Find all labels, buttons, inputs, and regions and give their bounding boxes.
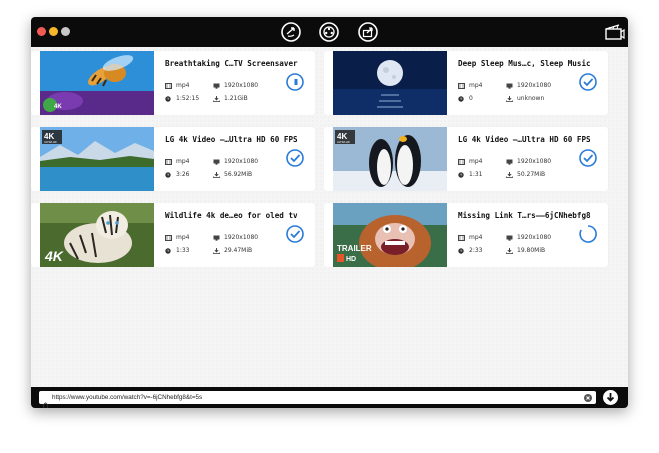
video-card[interactable]: 4K ULTRA HD LG 4k Video –…Ultra HD 60 FP… xyxy=(31,127,315,191)
video-thumbnail-tiger: 4K xyxy=(40,203,154,267)
video-format: mp4 xyxy=(458,82,482,89)
download-icon xyxy=(506,171,513,178)
loading-spinner-icon[interactable] xyxy=(578,224,598,244)
video-format: mp4 xyxy=(165,82,189,89)
video-duration: 0 xyxy=(458,95,473,102)
home-icon xyxy=(42,394,49,408)
video-duration: 3:26 xyxy=(165,171,189,178)
video-title: LG 4k Video –…Ultra HD 60 FPS xyxy=(165,135,298,144)
share-icon[interactable] xyxy=(357,21,379,43)
minimize-window-button[interactable] xyxy=(49,27,58,36)
film-icon xyxy=(165,82,172,89)
video-format: mp4 xyxy=(165,158,189,165)
video-resolution: 1920x1080 xyxy=(213,82,258,89)
clock-icon xyxy=(458,247,465,254)
checkmark-icon[interactable] xyxy=(578,148,598,168)
film-icon xyxy=(458,158,465,165)
video-resolution: 1920x1080 xyxy=(213,234,258,241)
video-duration: 1:52:15 xyxy=(165,95,199,102)
video-duration: 2:33 xyxy=(458,247,482,254)
film-icon xyxy=(458,234,465,241)
film-icon xyxy=(165,158,172,165)
url-input[interactable] xyxy=(52,391,582,404)
pending-status-icon[interactable] xyxy=(285,72,305,92)
checkmark-icon[interactable] xyxy=(578,72,598,92)
video-title: Deep Sleep Mus…c, Sleep Music xyxy=(458,59,591,68)
video-format: mp4 xyxy=(458,234,482,241)
monitor-icon xyxy=(213,235,220,241)
video-duration: 1:33 xyxy=(165,247,189,254)
thumb-hd-label: HD xyxy=(346,256,356,263)
video-resolution: 1920x1080 xyxy=(506,158,551,165)
video-size: 19.80MiB xyxy=(506,247,545,254)
thumb-4k-badge: 4K xyxy=(337,132,347,141)
clock-icon xyxy=(165,95,172,102)
video-thumbnail-moon xyxy=(333,51,447,115)
checkmark-icon[interactable] xyxy=(285,148,305,168)
download-icon xyxy=(506,247,513,254)
film-icon xyxy=(458,82,465,89)
film-icon xyxy=(165,234,172,241)
clock-icon xyxy=(165,247,172,254)
video-thumbnail-bee: 4K xyxy=(40,51,154,115)
video-card[interactable]: Deep Sleep Mus…c, Sleep Music mp4 1920x1… xyxy=(324,51,608,115)
video-card[interactable]: 4K Wildlife 4k de…eo for oled tv mp4 192… xyxy=(31,203,315,267)
thumb-4k-badge: 4K xyxy=(44,132,54,141)
film-clapper-icon[interactable] xyxy=(603,21,625,43)
film-reel-icon[interactable] xyxy=(318,21,340,43)
thumb-trailer-label: TRAILER xyxy=(337,244,372,253)
clock-icon xyxy=(165,171,172,178)
video-thumbnail-lake: 4K ULTRA HD xyxy=(40,127,154,191)
thumb-4k-badge: 4K xyxy=(54,104,62,110)
monitor-icon xyxy=(213,159,220,165)
video-duration: 1:31 xyxy=(458,171,482,178)
video-size: unknown xyxy=(506,95,544,102)
checkmark-icon[interactable] xyxy=(285,224,305,244)
thumb-ultra-hd-label: ULTRA HD xyxy=(337,140,350,144)
download-button[interactable] xyxy=(603,390,618,405)
video-size: 29.47MiB xyxy=(213,247,252,254)
url-field-container[interactable] xyxy=(39,391,596,408)
video-resolution: 1920x1080 xyxy=(213,158,258,165)
app-window: 4K Breathtaking C…TV Screensaver mp4 192… xyxy=(31,17,628,408)
video-thumbnail-monster: TRAILER HD xyxy=(333,203,447,267)
video-list: 4K Breathtaking C…TV Screensaver mp4 192… xyxy=(31,47,628,387)
clear-url-icon[interactable] xyxy=(584,393,592,402)
video-format: mp4 xyxy=(165,234,189,241)
video-format: mp4 xyxy=(458,158,482,165)
video-resolution: 1920x1080 xyxy=(506,82,551,89)
video-card[interactable]: 4K ULTRA HD LG 4k Video –…Ultra HD 60 FP… xyxy=(324,127,608,191)
monitor-icon xyxy=(213,83,220,89)
video-card[interactable]: 4K Breathtaking C…TV Screensaver mp4 192… xyxy=(31,51,315,115)
download-icon xyxy=(213,95,220,102)
download-icon xyxy=(506,95,513,102)
clock-icon xyxy=(458,171,465,178)
thumb-ultra-hd-label: ULTRA HD xyxy=(44,140,57,144)
close-window-button[interactable] xyxy=(37,27,46,36)
video-thumbnail-penguins: 4K ULTRA HD xyxy=(333,127,447,191)
video-title: LG 4k Video –…Ultra HD 60 FPS xyxy=(458,135,591,144)
title-bar xyxy=(31,17,628,47)
video-title: Breathtaking C…TV Screensaver xyxy=(165,59,298,68)
video-size: 1.21GiB xyxy=(213,95,248,102)
monitor-icon xyxy=(506,159,513,165)
download-icon xyxy=(213,247,220,254)
download-icon xyxy=(213,171,220,178)
monitor-icon xyxy=(506,235,513,241)
video-card[interactable]: TRAILER HD Missing Link T…rs––6jCNhebfg8… xyxy=(324,203,608,267)
clock-icon xyxy=(458,95,465,102)
video-size: 50.27MiB xyxy=(506,171,545,178)
monitor-icon xyxy=(506,83,513,89)
video-title: Missing Link T…rs––6jCNhebfg8 xyxy=(458,211,591,220)
video-size: 56.92MiB xyxy=(213,171,252,178)
refresh-circle-icon[interactable] xyxy=(280,21,302,43)
video-title: Wildlife 4k de…eo for oled tv xyxy=(165,211,298,220)
video-resolution: 1920x1080 xyxy=(506,234,551,241)
url-bar-area xyxy=(31,387,628,408)
thumb-4k-badge: 4K xyxy=(44,248,64,264)
maximize-window-button[interactable] xyxy=(61,27,70,36)
